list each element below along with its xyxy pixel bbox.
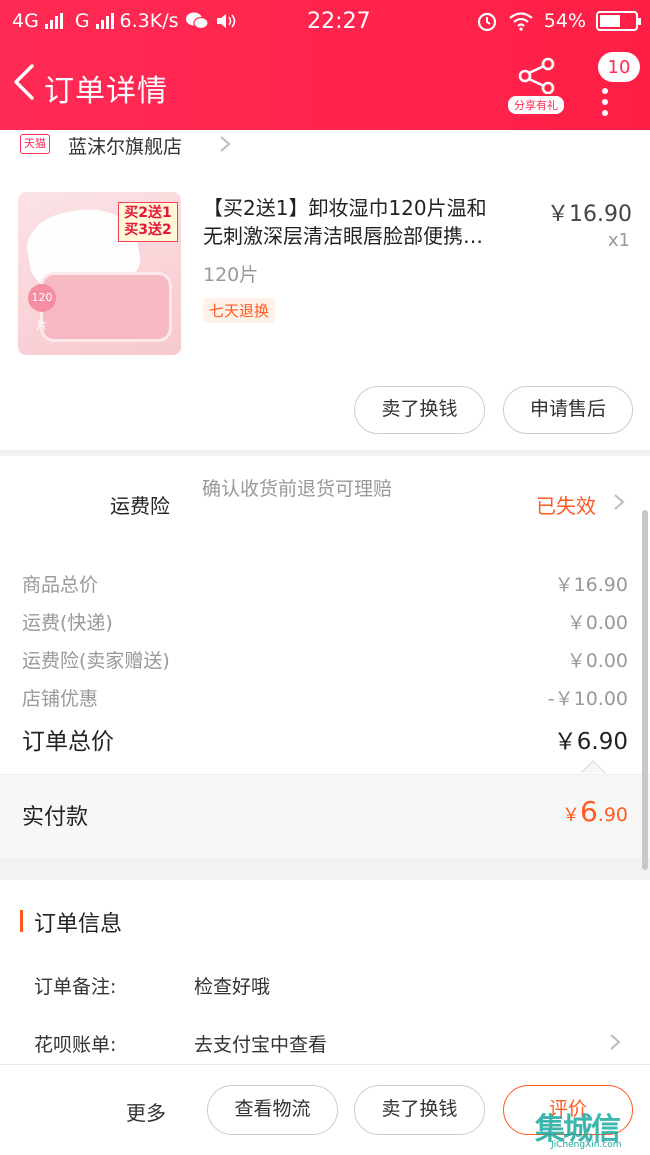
return-policy-tag: 七天退换 — [203, 298, 276, 323]
insurance-status: 已失效 — [536, 494, 596, 518]
product-image[interactable]: 120片 买2送1 买3送2 — [18, 192, 181, 355]
order-info-title: 订单信息 — [34, 912, 123, 937]
package-shape — [40, 272, 172, 342]
status-time: 22:27 — [307, 8, 371, 34]
battery-percent: 54% — [543, 10, 586, 32]
summary-row: 运费险(卖家赠送) ￥0.00 — [22, 646, 628, 673]
after-sale-button[interactable]: 申请售后 — [503, 386, 633, 434]
navigation-bar: 订单详情 分享有礼 10 — [0, 42, 650, 130]
actual-payment-row: 实付款 ￥6.90 — [0, 774, 650, 858]
huabei-bill-row[interactable]: 花呗账单: 去支付宝中查看 — [34, 1030, 327, 1057]
paid-currency: ￥ — [561, 805, 580, 826]
summary-row: 商品总价 ￥16.90 — [22, 570, 628, 597]
summary-label: 店铺优惠 — [22, 688, 99, 710]
order-note-value: 检查好哦 — [194, 976, 271, 998]
tmall-badge: 天猫 — [20, 134, 50, 154]
image-count-label: 120片 — [28, 284, 56, 332]
chevron-right-icon — [614, 494, 625, 510]
message-count-badge: 10 — [598, 52, 640, 82]
network-4g-label: 4G — [12, 10, 39, 32]
product-sku: 120片 — [203, 264, 259, 286]
more-menu-button[interactable]: 10 — [592, 52, 642, 116]
signal-icon-2 — [95, 13, 114, 29]
summary-label: 运费险(卖家赠送) — [22, 650, 170, 672]
actual-payment-value: ￥6.90 — [562, 795, 628, 828]
summary-value: ￥0.00 — [566, 612, 628, 634]
scrollbar[interactable] — [642, 510, 648, 870]
chevron-right-icon — [610, 1034, 621, 1050]
product-name-line2: 无刺激深层清洁眼唇脸部便携… — [203, 224, 483, 248]
order-note-row: 订单备注: 检查好哦 — [34, 972, 270, 999]
paid-integer: 6 — [579, 795, 598, 828]
paid-decimal: .90 — [597, 804, 628, 826]
shipping-insurance-row[interactable]: 运费险 确认收货前退货可理赔 已失效 — [0, 456, 650, 538]
watermark: 集城信 JiChengXin.com — [533, 1100, 650, 1155]
summary-row: 运费(快递) ￥0.00 — [22, 608, 628, 635]
sell-for-cash-bottom-button[interactable]: 卖了换钱 — [354, 1085, 485, 1135]
image-promo-line2: 买3送2 — [124, 222, 172, 238]
summary-label: 商品总价 — [22, 574, 99, 596]
summary-label: 运费(快递) — [22, 612, 113, 634]
summary-row: 店铺优惠 -￥10.00 — [22, 684, 628, 711]
price-summary: 商品总价 ￥16.90 运费(快递) ￥0.00 运费险(卖家赠送) ￥0.00 店铺… — [0, 538, 650, 774]
share-button[interactable]: 分享有礼 — [508, 56, 564, 116]
summary-value: ￥0.00 — [566, 650, 628, 672]
order-info-section: 订单信息 订单备注: 检查好哦 花呗账单: 去支付宝中查看 — [0, 880, 650, 1064]
insurance-label: 运费险 — [110, 494, 170, 518]
sell-for-cash-button[interactable]: 卖了换钱 — [354, 386, 485, 434]
order-total-label: 订单总价 — [22, 729, 114, 755]
product-card: 120片 买2送1 买3送2 【买2送1】卸妆湿巾120片温和 无刺激深层清洁眼… — [0, 160, 650, 450]
status-bar: 4G G 6.3K/s 22:27 54% — [0, 0, 650, 42]
wifi-icon — [509, 12, 533, 31]
store-row[interactable]: 天猫 蓝沫尔旗舰店 — [0, 130, 650, 160]
huabei-bill-label: 花呗账单: — [34, 1034, 117, 1056]
chevron-right-icon — [220, 136, 231, 152]
store-name: 蓝沫尔旗舰店 — [68, 136, 183, 158]
share-icon — [518, 57, 555, 95]
header-bar: 4G G 6.3K/s 22:27 54% 订单详情 分享有礼 10 — [0, 0, 650, 130]
battery-icon — [596, 11, 641, 31]
watermark-url: JiChengXin.com — [551, 1140, 622, 1150]
huabei-bill-value: 去支付宝中查看 — [194, 1034, 328, 1056]
page-title: 订单详情 — [44, 74, 168, 109]
section-accent-bar — [20, 910, 23, 932]
more-dots-icon — [602, 88, 608, 116]
summary-value: ￥16.90 — [554, 574, 628, 596]
share-label: 分享有礼 — [508, 96, 564, 114]
back-arrow-icon[interactable] — [8, 62, 42, 102]
speaker-icon — [216, 14, 235, 28]
image-promo-line1: 买2送1 — [124, 205, 172, 221]
order-note-label: 订单备注: — [34, 976, 117, 998]
network-speed: 6.3K/s — [119, 10, 179, 32]
summary-value: -￥10.00 — [547, 688, 628, 710]
product-price: ￥16.90 — [547, 202, 632, 227]
product-quantity: x1 — [607, 230, 630, 251]
view-logistics-button[interactable]: 查看物流 — [207, 1085, 338, 1135]
wechat-icon — [185, 12, 209, 30]
order-total-value: ￥6.90 — [553, 729, 628, 755]
order-total-row: 订单总价 ￥6.90 — [22, 722, 628, 756]
product-name-line1: 【买2送1】卸妆湿巾120片温和 — [203, 196, 487, 220]
product-name[interactable]: 【买2送1】卸妆湿巾120片温和 无刺激深层清洁眼唇脸部便携… — [203, 194, 533, 250]
actual-payment-label: 实付款 — [22, 805, 89, 830]
more-actions-button[interactable]: 更多 — [126, 1097, 166, 1126]
alarm-icon — [477, 12, 496, 32]
network-g-label: G — [74, 10, 90, 32]
image-promo: 买2送1 买3送2 — [118, 202, 178, 242]
signal-icon — [44, 13, 63, 29]
insurance-description: 确认收货前退货可理赔 — [202, 478, 393, 500]
caret-up-icon — [580, 759, 606, 774]
